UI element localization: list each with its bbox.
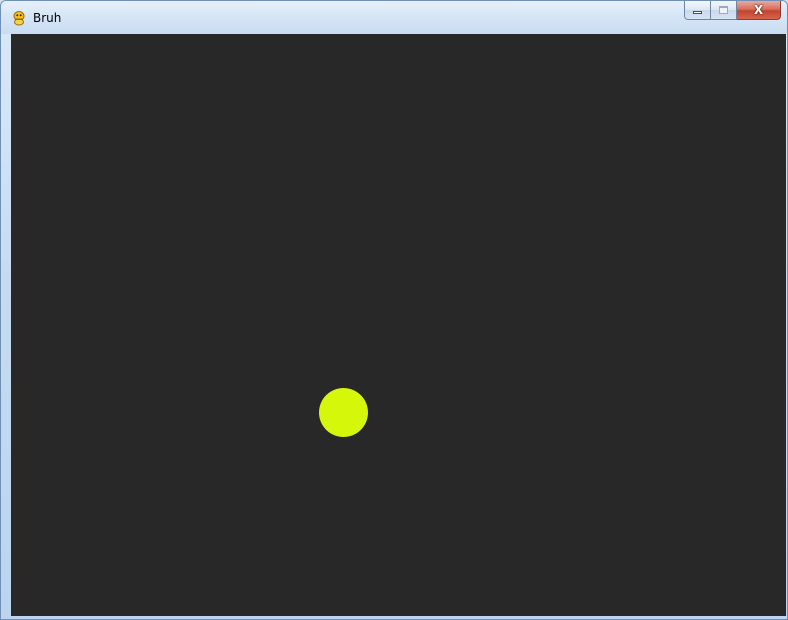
maximize-button[interactable]: [711, 1, 737, 20]
title-bar[interactable]: Bruh X: [1, 1, 787, 34]
yellow-ball: [319, 388, 368, 437]
close-icon: X: [753, 3, 764, 17]
minimize-icon: [693, 11, 702, 14]
minimize-button[interactable]: [684, 1, 711, 20]
caption-buttons: X: [684, 1, 781, 21]
maximize-icon: [719, 6, 728, 14]
game-canvas[interactable]: [11, 34, 786, 616]
window-title: Bruh: [33, 11, 62, 25]
close-button[interactable]: X: [737, 1, 781, 20]
pygame-snake-icon: [11, 10, 27, 26]
app-window: Bruh X: [0, 0, 788, 620]
